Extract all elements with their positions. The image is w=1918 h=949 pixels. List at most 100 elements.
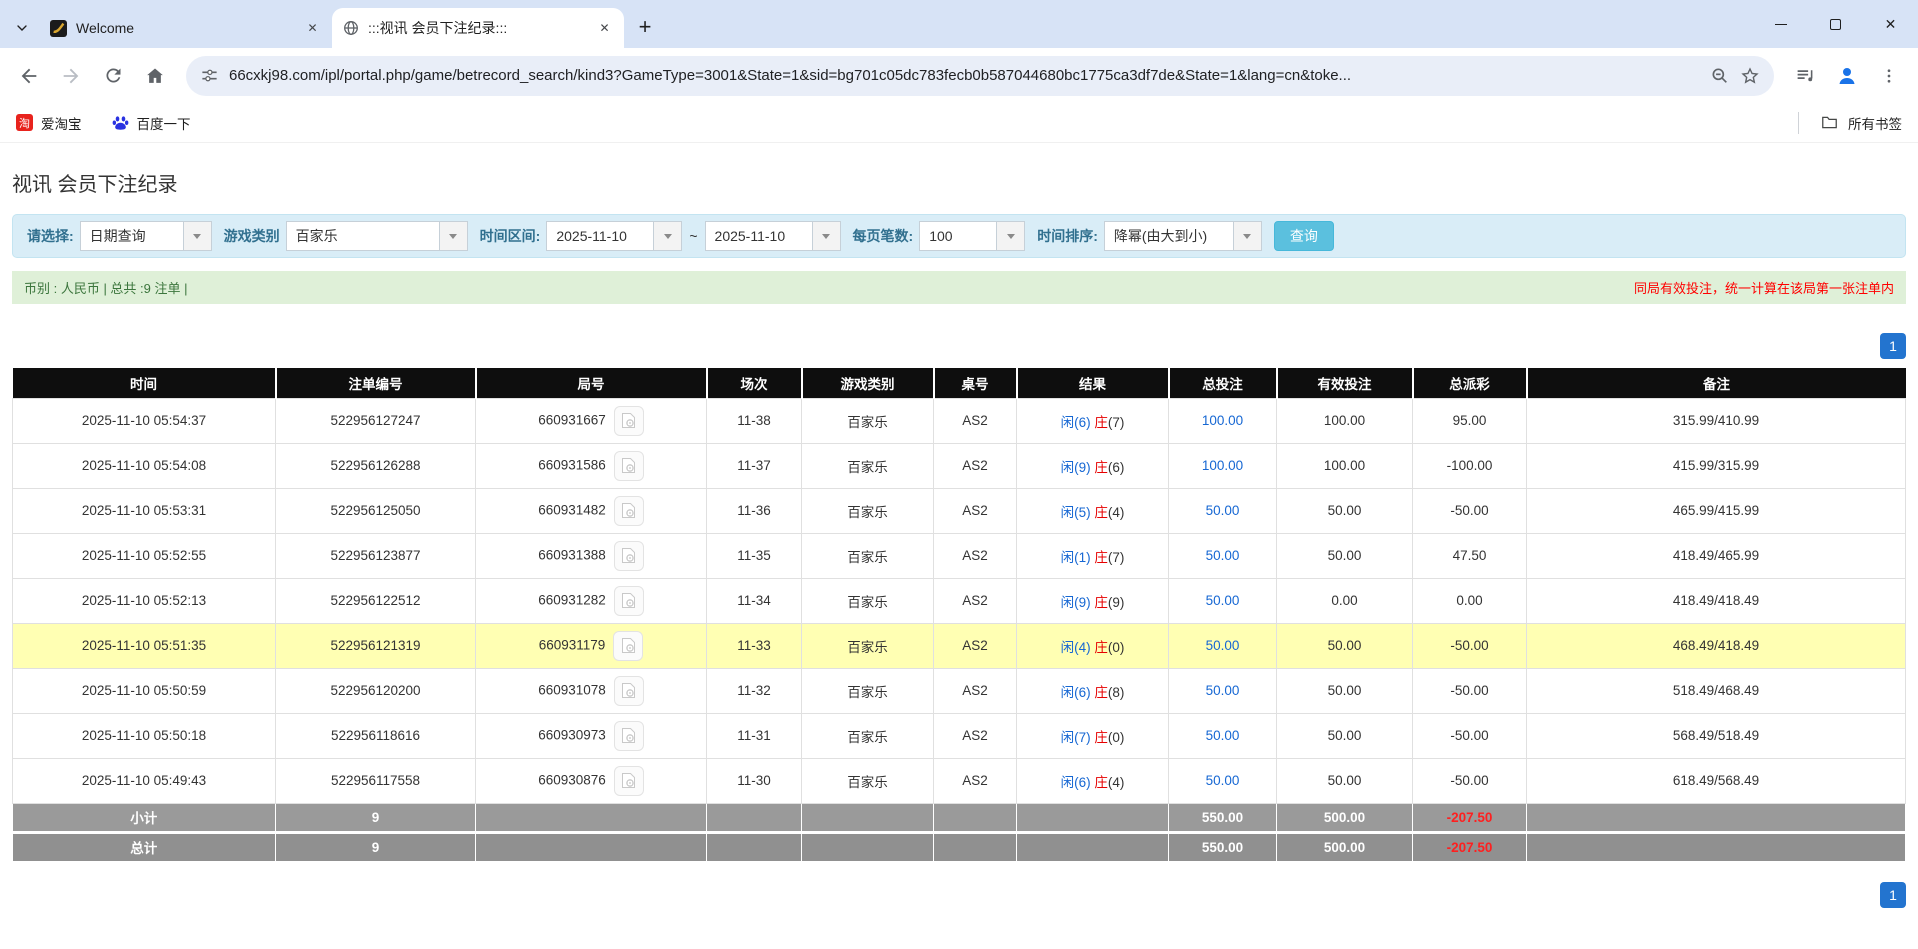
per-page-value[interactable]: 100 [920, 222, 996, 250]
table-row[interactable]: 2025-11-10 05:54:08522956126288660931586… [13, 443, 1906, 488]
video-replay-button[interactable] [614, 721, 644, 751]
tab-betrecord[interactable]: :::视讯 会员下注纪录::: ✕ [332, 8, 624, 48]
dropdown-arrow-button[interactable] [996, 222, 1024, 250]
cell-total-bet[interactable]: 50.00 [1169, 578, 1277, 623]
new-tab-button[interactable]: + [628, 10, 662, 44]
header-note: 备注 [1527, 368, 1906, 398]
date-from-value[interactable]: 2025-11-10 [547, 222, 653, 250]
table-row-highlighted[interactable]: 2025-11-10 05:51:35522956121319660931179… [13, 623, 1906, 668]
tab-welcome[interactable]: Welcome ✕ [40, 8, 332, 48]
caret-down-icon [822, 234, 830, 239]
cell-total-bet[interactable]: 50.00 [1169, 488, 1277, 533]
caret-down-icon [664, 234, 672, 239]
header-table-no: 桌号 [934, 368, 1017, 398]
video-replay-button[interactable] [614, 406, 644, 436]
cell-total-bet[interactable]: 100.00 [1169, 398, 1277, 443]
address-bar[interactable]: 66cxkj98.com/ipl/portal.php/game/betreco… [186, 56, 1774, 96]
dropdown-arrow-button[interactable] [653, 222, 681, 250]
bookmark-star-icon[interactable] [1740, 66, 1760, 86]
bookmark-taobao[interactable]: 淘 爱淘宝 [16, 113, 82, 133]
sort-order-value[interactable]: 降幂(由大到小) [1105, 222, 1233, 250]
video-replay-button[interactable] [614, 676, 644, 706]
video-replay-button[interactable] [614, 541, 644, 571]
video-replay-button[interactable] [614, 586, 644, 616]
cell-bet-id: 522956127247 [276, 398, 476, 443]
cell-round-id: 660931586 [476, 443, 707, 488]
tab-search-button[interactable] [4, 8, 40, 48]
cell-note: 518.49/468.49 [1527, 668, 1906, 713]
sort-order-select[interactable]: 降幂(由大到小) [1104, 221, 1262, 251]
cell-bet-id: 522956125050 [276, 488, 476, 533]
dropdown-arrow-button[interactable] [1233, 222, 1261, 250]
query-type-select[interactable]: 日期查询 [80, 221, 212, 251]
all-bookmarks-button[interactable]: 所有书签 [1848, 113, 1902, 133]
date-to-value[interactable]: 2025-11-10 [706, 222, 812, 250]
table-header-row: 时间 注单编号 局号 场次 游戏类别 桌号 结果 总投注 有效投注 总派彩 备注 [13, 368, 1906, 398]
cell-total-bet[interactable]: 50.00 [1169, 713, 1277, 758]
media-controls-button[interactable] [1786, 57, 1824, 95]
minimize-button[interactable] [1753, 0, 1808, 48]
site-info-icon[interactable] [200, 66, 219, 85]
dropdown-arrow-button[interactable] [183, 222, 211, 250]
total-label: 总计 [13, 832, 276, 861]
cell-total-bet[interactable]: 50.00 [1169, 668, 1277, 713]
table-row[interactable]: 2025-11-10 05:50:18522956118616660930973… [13, 713, 1906, 758]
cell-game-type: 百家乐 [802, 758, 934, 803]
cell-total-bet[interactable]: 50.00 [1169, 623, 1277, 668]
query-type-value[interactable]: 日期查询 [81, 222, 183, 250]
window-controls: ✕ [1753, 0, 1918, 48]
cell-table-no: AS2 [934, 578, 1017, 623]
game-type-select[interactable]: 百家乐 [286, 221, 468, 251]
bookmarks-bar: 淘 爱淘宝 百度一下 所有书签 [0, 103, 1918, 143]
bet-table-body: 2025-11-10 05:54:37522956127247660931667… [13, 398, 1906, 803]
cell-session: 11-31 [707, 713, 802, 758]
cell-total-bet[interactable]: 50.00 [1169, 533, 1277, 578]
cell-game-type: 百家乐 [802, 443, 934, 488]
back-button[interactable] [10, 57, 48, 95]
bookmark-label: 百度一下 [137, 113, 191, 133]
reload-button[interactable] [94, 57, 132, 95]
video-replay-button[interactable] [614, 451, 644, 481]
tab-close-icon[interactable]: ✕ [595, 19, 614, 38]
page-1-button[interactable]: 1 [1880, 882, 1906, 908]
dropdown-arrow-button[interactable] [812, 222, 840, 250]
cell-time: 2025-11-10 05:50:59 [13, 668, 276, 713]
dropdown-arrow-button[interactable] [439, 222, 467, 250]
search-button[interactable]: 查询 [1274, 221, 1334, 251]
cell-time: 2025-11-10 05:54:08 [13, 443, 276, 488]
table-row[interactable]: 2025-11-10 05:54:37522956127247660931667… [13, 398, 1906, 443]
subtotal-payout: -207.50 [1413, 803, 1527, 832]
tab-title: Welcome [76, 20, 294, 36]
cell-total-bet[interactable]: 50.00 [1169, 758, 1277, 803]
table-row[interactable]: 2025-11-10 05:49:43522956117558660930876… [13, 758, 1906, 803]
video-replay-button[interactable] [613, 631, 643, 661]
caret-down-icon [449, 234, 457, 239]
home-button[interactable] [136, 57, 174, 95]
profile-avatar[interactable] [1828, 57, 1866, 95]
date-to-picker[interactable]: 2025-11-10 [705, 221, 841, 251]
page-1-button[interactable]: 1 [1880, 333, 1906, 359]
date-from-picker[interactable]: 2025-11-10 [546, 221, 682, 251]
zoom-icon[interactable] [1710, 66, 1730, 86]
caret-down-icon [193, 234, 201, 239]
header-round-id: 局号 [476, 368, 707, 398]
bookmark-baidu[interactable]: 百度一下 [112, 113, 191, 133]
cell-valid-bet: 0.00 [1277, 578, 1413, 623]
table-row[interactable]: 2025-11-10 05:52:13522956122512660931282… [13, 578, 1906, 623]
table-row[interactable]: 2025-11-10 05:52:55522956123877660931388… [13, 533, 1906, 578]
cell-game-type: 百家乐 [802, 623, 934, 668]
video-replay-button[interactable] [614, 496, 644, 526]
tab-close-icon[interactable]: ✕ [303, 19, 322, 38]
cell-total-bet[interactable]: 100.00 [1169, 443, 1277, 488]
close-window-button[interactable]: ✕ [1863, 0, 1918, 48]
forward-button[interactable] [52, 57, 90, 95]
avatar-icon [1835, 64, 1859, 88]
per-page-select[interactable]: 100 [919, 221, 1025, 251]
table-row[interactable]: 2025-11-10 05:50:59522956120200660931078… [13, 668, 1906, 713]
table-row[interactable]: 2025-11-10 05:53:31522956125050660931482… [13, 488, 1906, 533]
video-replay-button[interactable] [614, 766, 644, 796]
url-text[interactable]: 66cxkj98.com/ipl/portal.php/game/betreco… [229, 67, 1700, 84]
game-type-value[interactable]: 百家乐 [287, 222, 439, 250]
browser-menu-button[interactable] [1870, 57, 1908, 95]
maximize-button[interactable] [1808, 0, 1863, 48]
